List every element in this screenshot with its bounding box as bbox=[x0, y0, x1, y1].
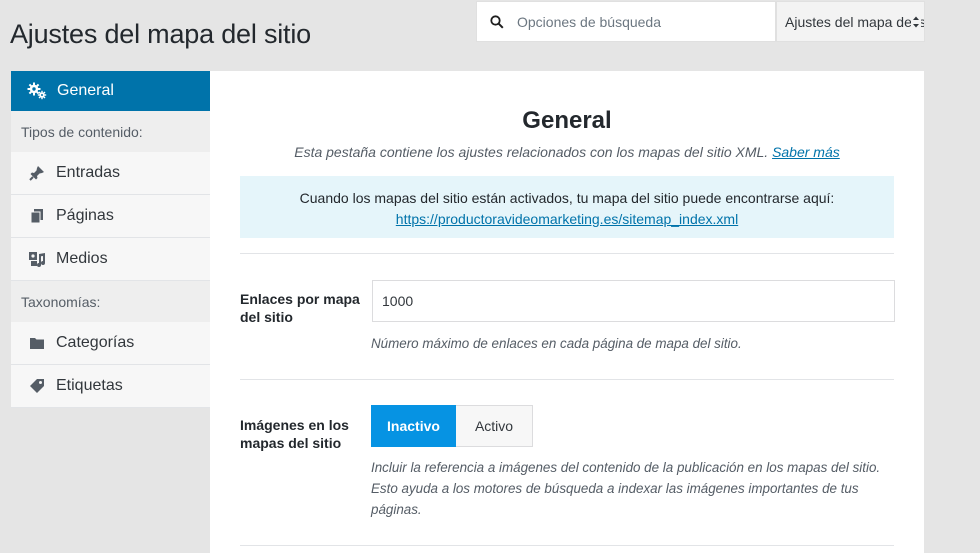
sidebar-item-label: Páginas bbox=[56, 207, 114, 224]
divider bbox=[240, 253, 894, 254]
sidebar-item-label: Entradas bbox=[56, 164, 121, 181]
sidebar-item-label: Categorías bbox=[56, 334, 135, 351]
page-title: Ajustes del mapa del sitio bbox=[10, 19, 311, 49]
sidebar-item-media[interactable]: Medios bbox=[11, 238, 210, 281]
section-title: General bbox=[522, 107, 612, 134]
inactive-toggle-button[interactable]: Inactivo bbox=[371, 405, 456, 447]
sitemap-images-toggle: Inactivo Activo bbox=[371, 405, 533, 447]
sidebar-item-pages[interactable]: Páginas bbox=[11, 195, 210, 238]
search-input[interactable] bbox=[517, 13, 767, 30]
sidebar-item-categories[interactable]: Categorías bbox=[11, 322, 210, 365]
divider bbox=[240, 545, 894, 546]
sidebar-item-tags[interactable]: Etiquetas bbox=[11, 365, 210, 408]
sitemap-index-link[interactable]: https://productoravideomarketing.es/site… bbox=[396, 211, 738, 227]
links-per-sitemap-input[interactable] bbox=[372, 280, 895, 322]
pages-icon bbox=[27, 208, 46, 224]
links-per-sitemap-help: Número máximo de enlaces en cada página … bbox=[371, 336, 742, 351]
divider bbox=[240, 379, 894, 380]
sitemap-settings-select[interactable]: Ajustes del mapa del sitio bbox=[776, 1, 925, 42]
search-box[interactable] bbox=[476, 1, 776, 42]
select-arrows-icon bbox=[911, 14, 921, 30]
sitemap-images-help: Incluir la referencia a imágenes del con… bbox=[371, 460, 881, 517]
description-text: Esta pestaña contiene los ajustes relaci… bbox=[294, 144, 769, 160]
sitemap-notice: Cuando los mapas del sitio están activad… bbox=[240, 176, 894, 238]
sidebar-item-label: Medios bbox=[56, 250, 108, 267]
folder-icon bbox=[27, 336, 46, 350]
sidebar-item-posts[interactable]: Entradas bbox=[11, 152, 210, 195]
sidebar-item-general[interactable]: General bbox=[11, 71, 210, 111]
group-taxonomies: Taxonomías: bbox=[21, 293, 101, 310]
section-description: Esta pestaña contiene los ajustes relaci… bbox=[210, 144, 924, 160]
pin-icon bbox=[27, 165, 46, 181]
sidebar-item-label: General bbox=[57, 82, 114, 99]
media-icon bbox=[27, 251, 46, 267]
learn-more-link[interactable]: Saber más bbox=[772, 144, 840, 160]
sitemap-images-label: Imágenes en los mapas del sitio bbox=[240, 417, 349, 451]
select-value: Ajustes del mapa del sitio bbox=[785, 13, 924, 30]
notice-text: Cuando los mapas del sitio están activad… bbox=[299, 190, 835, 206]
links-per-sitemap-label: Enlaces por mapa del sitio bbox=[240, 291, 360, 325]
active-toggle-button[interactable]: Activo bbox=[456, 405, 533, 447]
sidebar: General Tipos de contenido: Entradas Pág… bbox=[11, 71, 210, 408]
gears-icon bbox=[27, 82, 47, 100]
sidebar-item-label: Etiquetas bbox=[56, 377, 123, 394]
settings-panel: General Esta pestaña contiene los ajuste… bbox=[210, 71, 924, 553]
group-content-types: Tipos de contenido: bbox=[21, 123, 143, 140]
search-icon bbox=[477, 14, 517, 29]
tag-icon bbox=[27, 378, 46, 394]
